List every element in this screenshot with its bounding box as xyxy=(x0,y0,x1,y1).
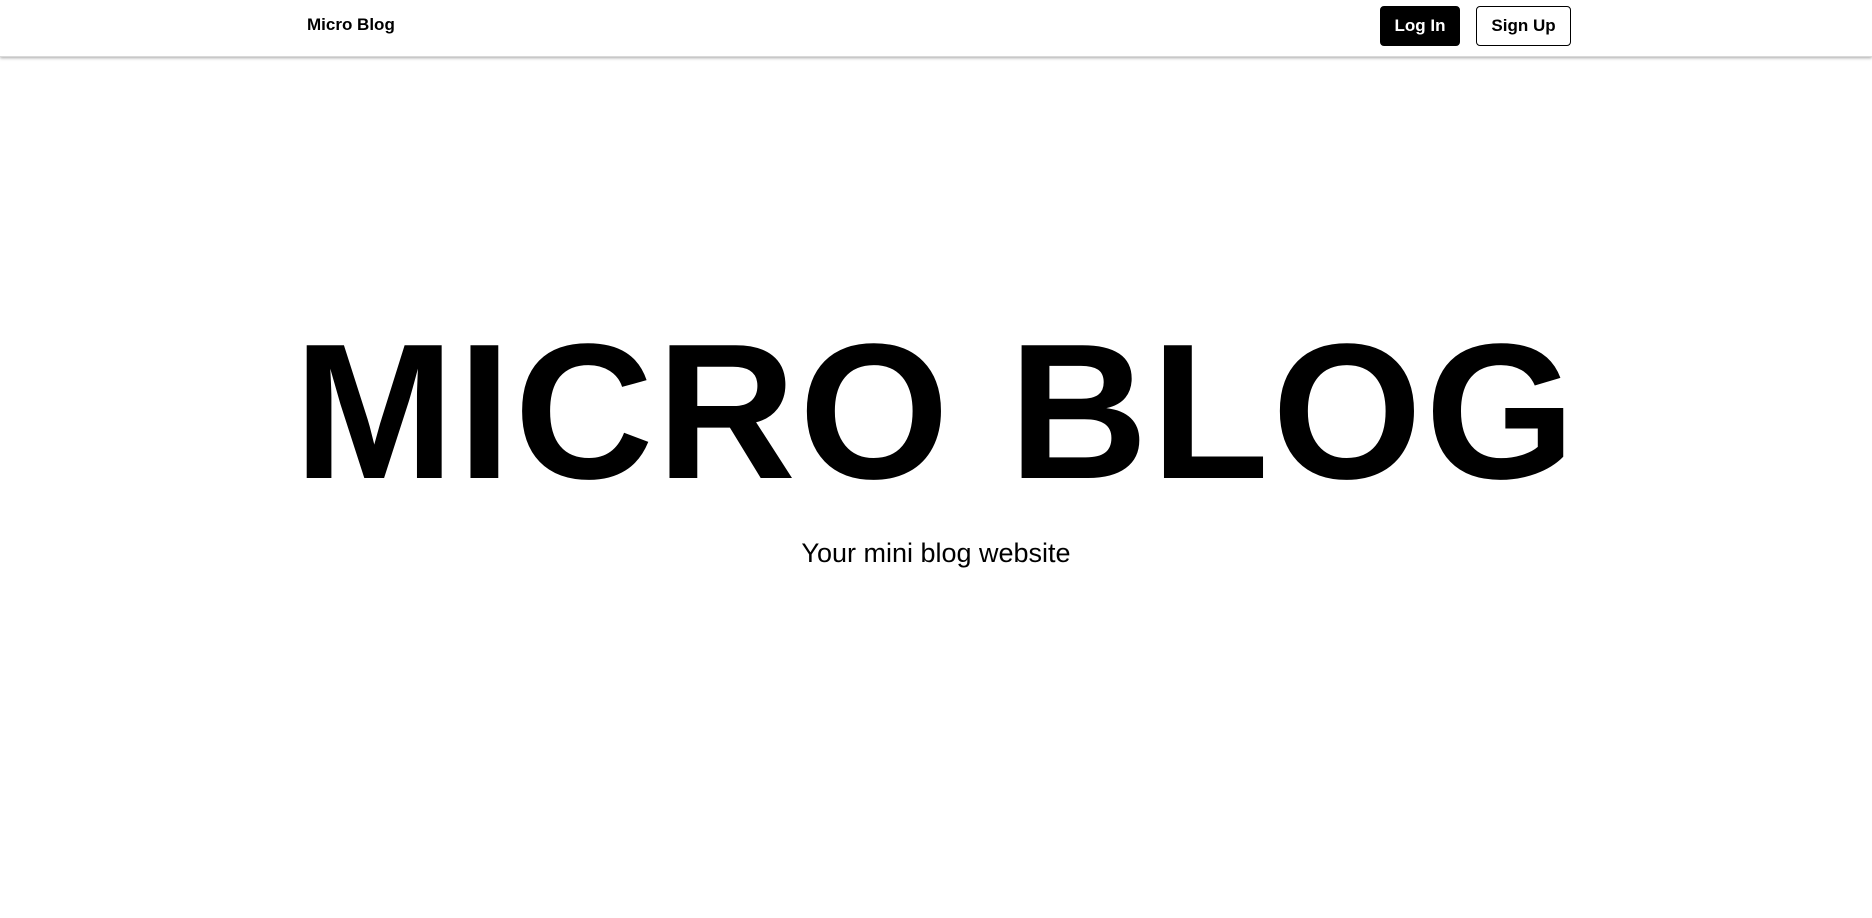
brand-link[interactable]: Micro Blog xyxy=(307,14,395,36)
hero-title: MICRO BLOG xyxy=(293,303,1579,519)
signup-button[interactable]: Sign Up xyxy=(1476,6,1571,46)
hero-subtitle: Your mini blog website xyxy=(801,538,1071,568)
nav-actions: Log In Sign Up xyxy=(1380,6,1571,46)
login-button[interactable]: Log In xyxy=(1380,6,1460,46)
top-navbar: Micro Blog Log In Sign Up xyxy=(0,0,1872,57)
hero-section: MICRO BLOG Your mini blog website xyxy=(0,57,1872,918)
